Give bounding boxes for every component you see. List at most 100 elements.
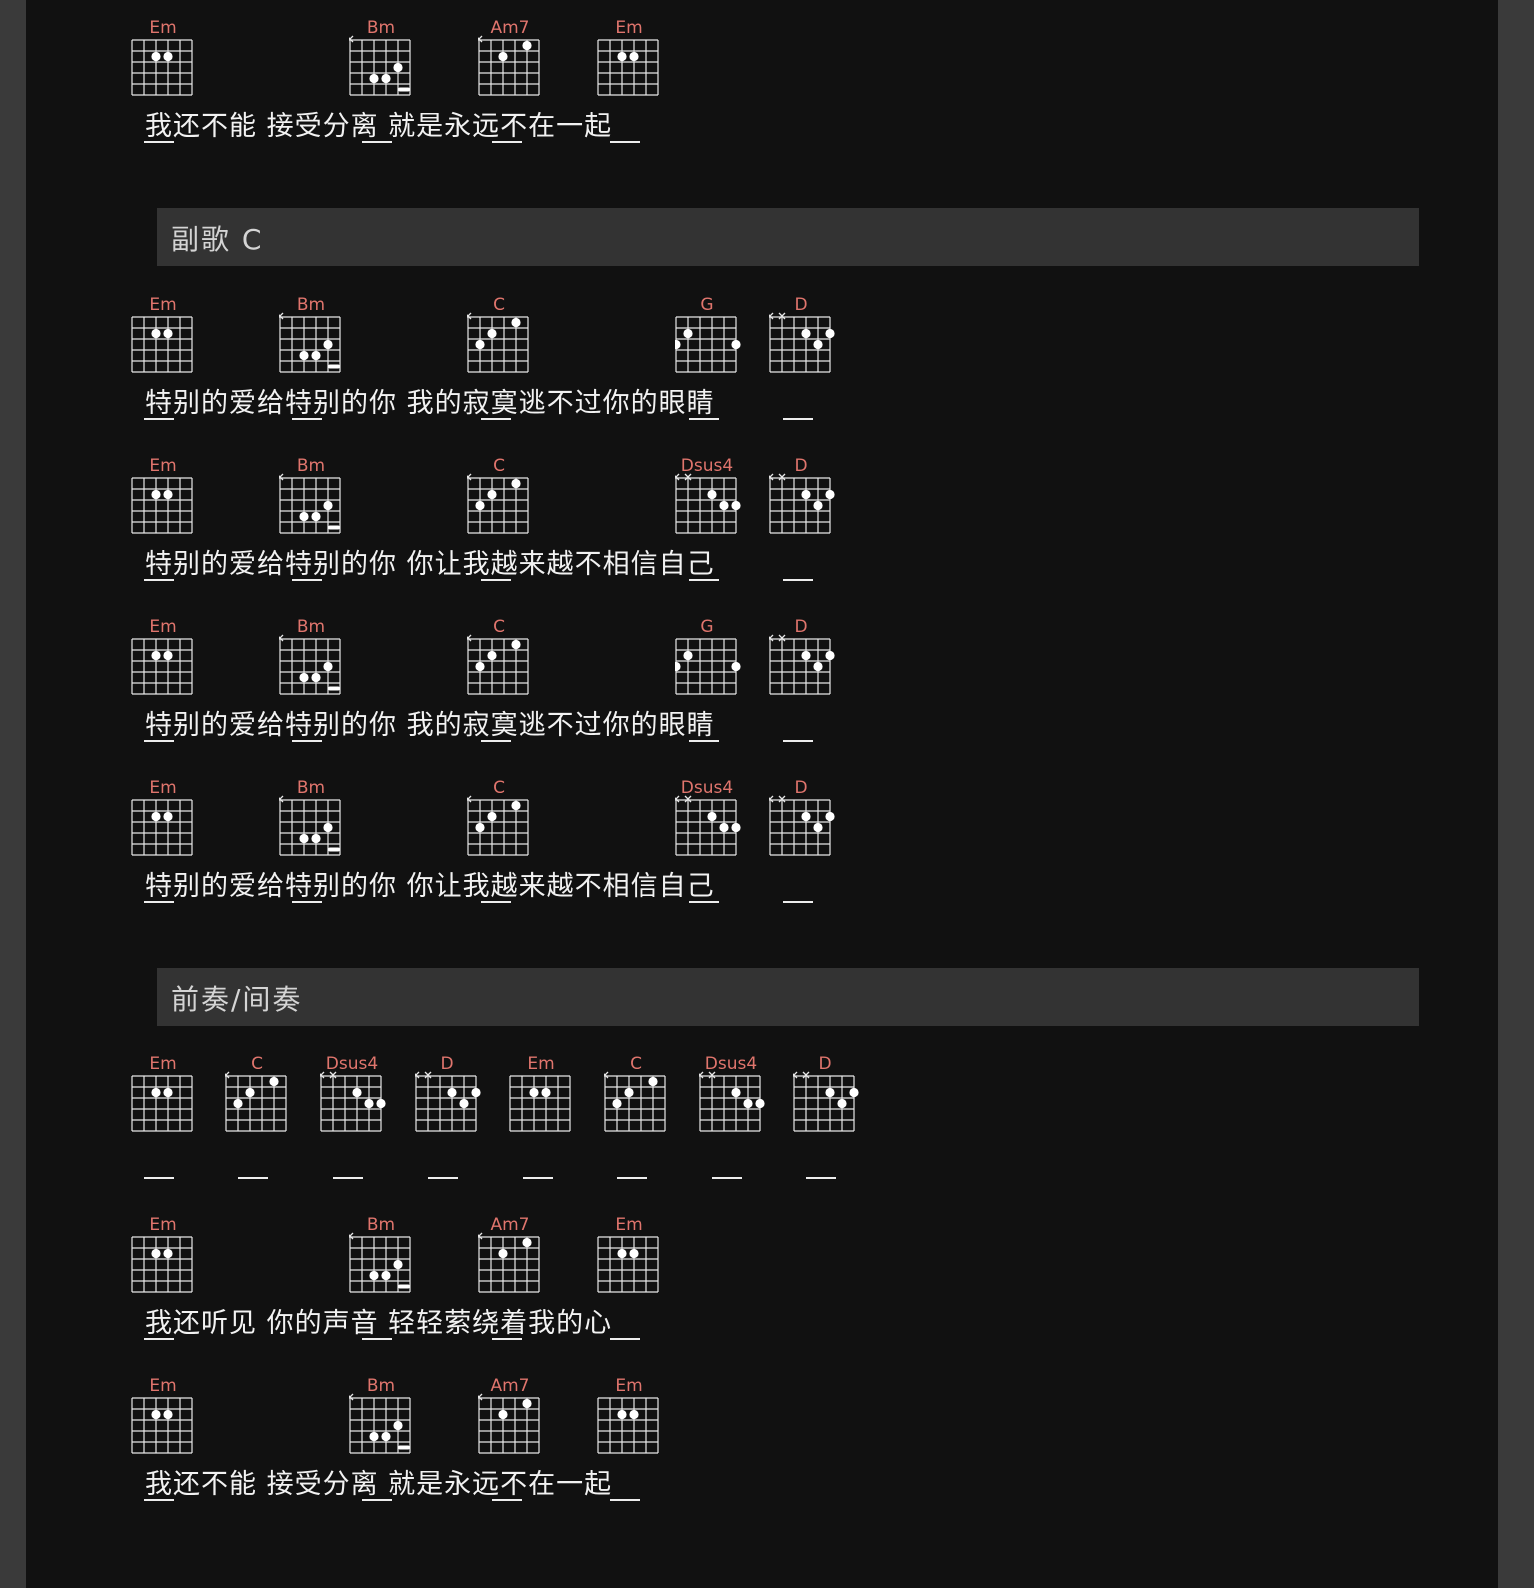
section-title: 副歌 C — [171, 223, 264, 256]
chord-grid — [279, 634, 341, 695]
chord-grid — [349, 1393, 411, 1454]
finger-dot — [675, 661, 681, 672]
chord-grid — [597, 1397, 659, 1454]
chord-position-mark — [292, 579, 322, 581]
finger-dot — [163, 328, 173, 339]
chord-grid — [478, 1232, 540, 1293]
chord-grid — [769, 634, 835, 695]
chord-grid — [415, 1071, 481, 1132]
finger-dot — [475, 822, 485, 833]
finger-dot — [245, 1087, 255, 1098]
finger-dot — [511, 639, 521, 650]
lyric-line: 我还不能 接受分离 就是永远不在一起 — [145, 111, 613, 142]
fretboard-lines — [131, 1236, 193, 1293]
chord-position-mark — [610, 141, 640, 143]
finger-dot — [825, 489, 835, 500]
finger-dot — [813, 822, 823, 833]
chord-grid — [131, 316, 193, 373]
chord-grid — [675, 638, 741, 695]
chord-grid — [131, 799, 193, 856]
chord-position-mark — [428, 1177, 458, 1179]
fretboard-lines — [131, 799, 193, 856]
chord-position-mark — [481, 579, 511, 581]
chord-position-mark — [144, 740, 174, 742]
finger-dot — [475, 661, 485, 672]
lyric-line: 特别的爱给特别的你 你让我越来越不相信自己 — [145, 549, 715, 580]
chord-position-mark — [144, 418, 174, 420]
finger-dot — [837, 1098, 847, 1109]
chord-grid — [349, 1232, 411, 1293]
finger-dot — [323, 822, 333, 833]
finger-dot — [299, 511, 309, 522]
finger-dot — [498, 1248, 508, 1259]
finger-dot — [352, 1087, 362, 1098]
chord-position-mark — [492, 1499, 522, 1501]
chord-grid — [467, 312, 529, 373]
fretboard-lines — [675, 638, 737, 695]
finger-dot — [617, 51, 627, 62]
finger-dot — [487, 650, 497, 661]
chord-position-mark — [523, 1177, 553, 1179]
finger-dot — [731, 661, 741, 672]
finger-dot — [707, 811, 717, 822]
song-sheet: 副歌 C 前奏/间奏 Em Bm Am7 Em 我还不能 接受分离 就是永远不在一起 Em… — [26, 0, 1498, 1588]
chord-position-mark — [492, 141, 522, 143]
finger-dot — [522, 40, 532, 51]
fretboard-lines — [597, 1397, 659, 1454]
chord-position-mark — [783, 740, 813, 742]
finger-dot — [719, 822, 729, 833]
chord-grid — [699, 1071, 765, 1132]
lyric-line: 我还听见 你的声音 轻轻萦绕着我的心 — [145, 1308, 613, 1339]
chord-grid — [320, 1071, 386, 1132]
chord-position-mark — [333, 1177, 363, 1179]
finger-dot — [813, 500, 823, 511]
chord-grid — [467, 473, 529, 534]
finger-dot — [801, 489, 811, 500]
chord-position-mark — [362, 141, 392, 143]
chord-grid — [597, 39, 659, 96]
finger-dot — [369, 1431, 379, 1442]
fretboard-lines — [131, 638, 193, 695]
finger-dot — [369, 73, 379, 84]
finger-dot — [299, 350, 309, 361]
finger-dot — [629, 1409, 639, 1420]
chord-grid — [279, 795, 341, 856]
chord-grid — [131, 39, 193, 96]
fretboard-lines — [131, 316, 193, 373]
finger-dot — [151, 1087, 161, 1098]
finger-dot — [376, 1098, 386, 1109]
fretboard-lines — [131, 477, 193, 534]
chord-grid — [769, 795, 835, 856]
section-title: 前奏/间奏 — [171, 983, 303, 1016]
finger-dot — [369, 1270, 379, 1281]
finger-dot — [755, 1098, 765, 1109]
chord-grid — [225, 1071, 287, 1132]
finger-dot — [511, 478, 521, 489]
chord-position-mark — [492, 1338, 522, 1340]
finger-dot — [311, 511, 321, 522]
finger-dot — [311, 350, 321, 361]
chord-grid — [793, 1071, 859, 1132]
finger-dot — [522, 1398, 532, 1409]
finger-dot — [825, 328, 835, 339]
finger-dot — [612, 1098, 622, 1109]
chord-position-mark — [783, 901, 813, 903]
finger-dot — [393, 62, 403, 73]
finger-dot — [311, 833, 321, 844]
finger-dot — [825, 1087, 835, 1098]
finger-dot — [743, 1098, 753, 1109]
lyric-line: 特别的爱给特别的你 我的寂寞逃不过你的眼睛 — [145, 710, 715, 741]
chord-grid — [279, 312, 341, 373]
chord-grid — [769, 312, 835, 373]
section-header-chorus-c: 副歌 C — [157, 208, 1419, 266]
finger-dot — [487, 811, 497, 822]
finger-dot — [825, 650, 835, 661]
finger-dot — [393, 1259, 403, 1270]
finger-dot — [151, 489, 161, 500]
finger-dot — [522, 1237, 532, 1248]
chord-position-mark — [144, 1338, 174, 1340]
chord-position-mark — [689, 418, 719, 420]
chord-grid — [131, 477, 193, 534]
finger-dot — [801, 650, 811, 661]
chord-position-mark — [144, 579, 174, 581]
